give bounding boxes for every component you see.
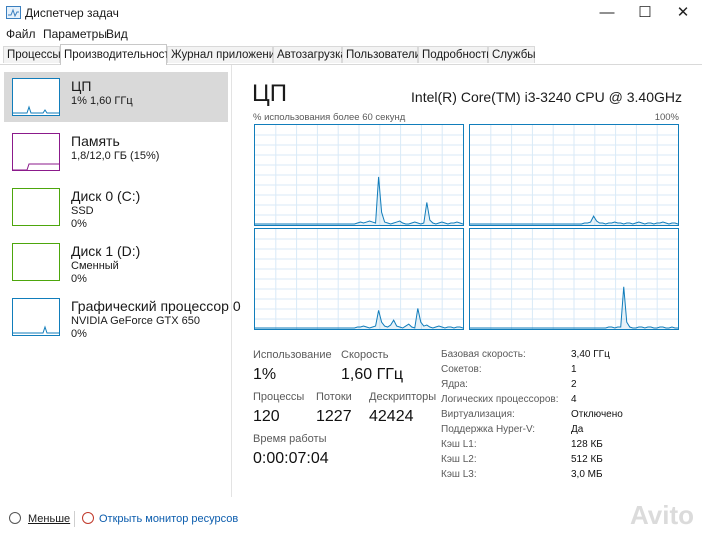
close-button[interactable]: ✕ [664,0,702,26]
cpu-graph-svg [470,229,678,329]
stat-processes-value: 120 [253,408,280,425]
stat-utilization-label: Использование [253,349,332,361]
window-title: Диспетчер задач [25,6,119,20]
utilization-max: 100% [654,112,679,123]
cpu-graph-svg [255,229,463,329]
property-value: Отключено [571,409,623,420]
stat-uptime-label: Время работы [253,433,327,445]
task-manager-icon [6,6,21,19]
footer-divider [74,511,75,527]
resource-usage: 0% [71,218,87,230]
cpu-core-graph-0 [254,124,464,226]
property-key: Базовая скорость: [441,349,526,360]
property-key: Кэш L2: [441,454,477,465]
resource-disk0[interactable]: Диск 0 (C:) SSD 0% [4,182,228,232]
chevron-up-icon[interactable] [9,512,21,524]
title-bar: Диспетчер задач — ☐ ✕ [0,0,702,26]
resource-title: Память [71,133,120,149]
resource-detail: SSD [71,205,94,217]
utilization-label: % использования более 60 секунд [253,112,406,123]
tab-services[interactable]: Службы [488,46,536,63]
cpu-core-graph-3 [469,228,679,330]
stat-uptime-value: 0:00:07:04 [253,450,329,467]
disk1-thumbnail [12,243,60,281]
property-key: Кэш L3: [441,469,477,480]
property-value: 3,0 МБ [571,469,603,480]
property-value: 128 КБ [571,439,603,450]
stat-speed-label: Скорость [341,349,389,361]
property-key: Сокетов: [441,364,482,375]
cpu-core-graph-1 [469,124,679,226]
property-key: Ядра: [441,379,468,390]
resource-usage: 0% [71,328,87,340]
resource-detail: 1% 1,60 ГГц [71,95,133,107]
disk0-thumbnail [12,188,60,226]
tab-users[interactable]: Пользователи [342,46,421,63]
tab-performance[interactable]: Производительность [60,44,176,65]
tab-details[interactable]: Подробности [418,46,493,63]
property-key: Поддержка Hyper-V: [441,424,536,435]
stat-handles-value: 42424 [369,408,414,425]
tab-app-history[interactable]: Журнал приложений [167,46,282,63]
property-value: 4 [571,394,577,405]
property-value: 2 [571,379,577,390]
menu-file[interactable]: Файл [6,27,36,41]
open-resource-monitor-link[interactable]: Открыть монитор ресурсов [99,513,238,525]
resource-cpu[interactable]: ЦП 1% 1,60 ГГц [4,72,228,122]
stat-speed-value: 1,60 ГГц [341,366,404,383]
resource-title: ЦП [71,78,92,94]
tab-bar: Процессы Производительность Журнал прило… [0,44,702,65]
detail-title: ЦП [252,80,288,107]
gpu-thumbnail [12,298,60,336]
stat-threads-label: Потоки [316,391,352,403]
property-key: Виртуализация: [441,409,515,420]
cpu-graph-svg [255,125,463,225]
resource-title: Диск 1 (D:) [71,243,141,259]
resource-monitor-icon [82,512,94,524]
property-value: Да [571,424,584,435]
fewer-details-link[interactable]: Меньше [28,513,70,525]
stat-threads-value: 1227 [316,408,352,425]
resource-memory[interactable]: Память 1,8/12,0 ГБ (15%) [4,127,228,177]
resource-detail: Сменный [71,260,119,272]
stat-handles-label: Дескрипторы [369,391,437,403]
cpu-graph-svg [470,125,678,225]
avito-watermark-logo: Avito [629,500,694,530]
cpu-model-name: Intel(R) Core(TM) i3-3240 CPU @ 3.40GHz [411,89,682,105]
tab-processes[interactable]: Процессы [3,46,61,63]
stat-processes-label: Процессы [253,391,305,403]
resource-usage: 0% [71,273,87,285]
resource-gpu0[interactable]: Графический процессор 0 NVIDIA GeForce G… [4,292,241,342]
resource-detail: NVIDIA GeForce GTX 650 [71,315,200,327]
tab-startup[interactable]: Автозагрузка [273,46,347,63]
resource-title: Диск 0 (C:) [71,188,141,204]
menu-bar: Файл Параметры Вид [0,26,702,44]
minimize-button[interactable]: — [588,0,626,26]
resource-title: Графический процессор 0 [71,298,241,314]
property-value: 1 [571,364,577,375]
property-value: 3,40 ГГц [571,349,610,360]
property-key: Логических процессоров: [441,394,559,405]
menu-options[interactable]: Параметры [43,27,107,41]
resource-disk1[interactable]: Диск 1 (D:) Сменный 0% [4,237,228,287]
footer-bar: Меньше Открыть монитор ресурсов [0,508,702,532]
menu-view[interactable]: Вид [106,27,128,41]
property-value: 512 КБ [571,454,603,465]
stat-utilization-value: 1% [253,366,277,383]
resource-detail: 1,8/12,0 ГБ (15%) [71,150,160,162]
cpu-core-graph-2 [254,228,464,330]
maximize-button[interactable]: ☐ [626,0,664,26]
resource-list: ЦП 1% 1,60 ГГц Память 1,8/12,0 ГБ (15%) … [0,65,241,497]
memory-thumbnail [12,133,60,171]
cpu-thumbnail [12,78,60,116]
property-key: Кэш L1: [441,439,477,450]
